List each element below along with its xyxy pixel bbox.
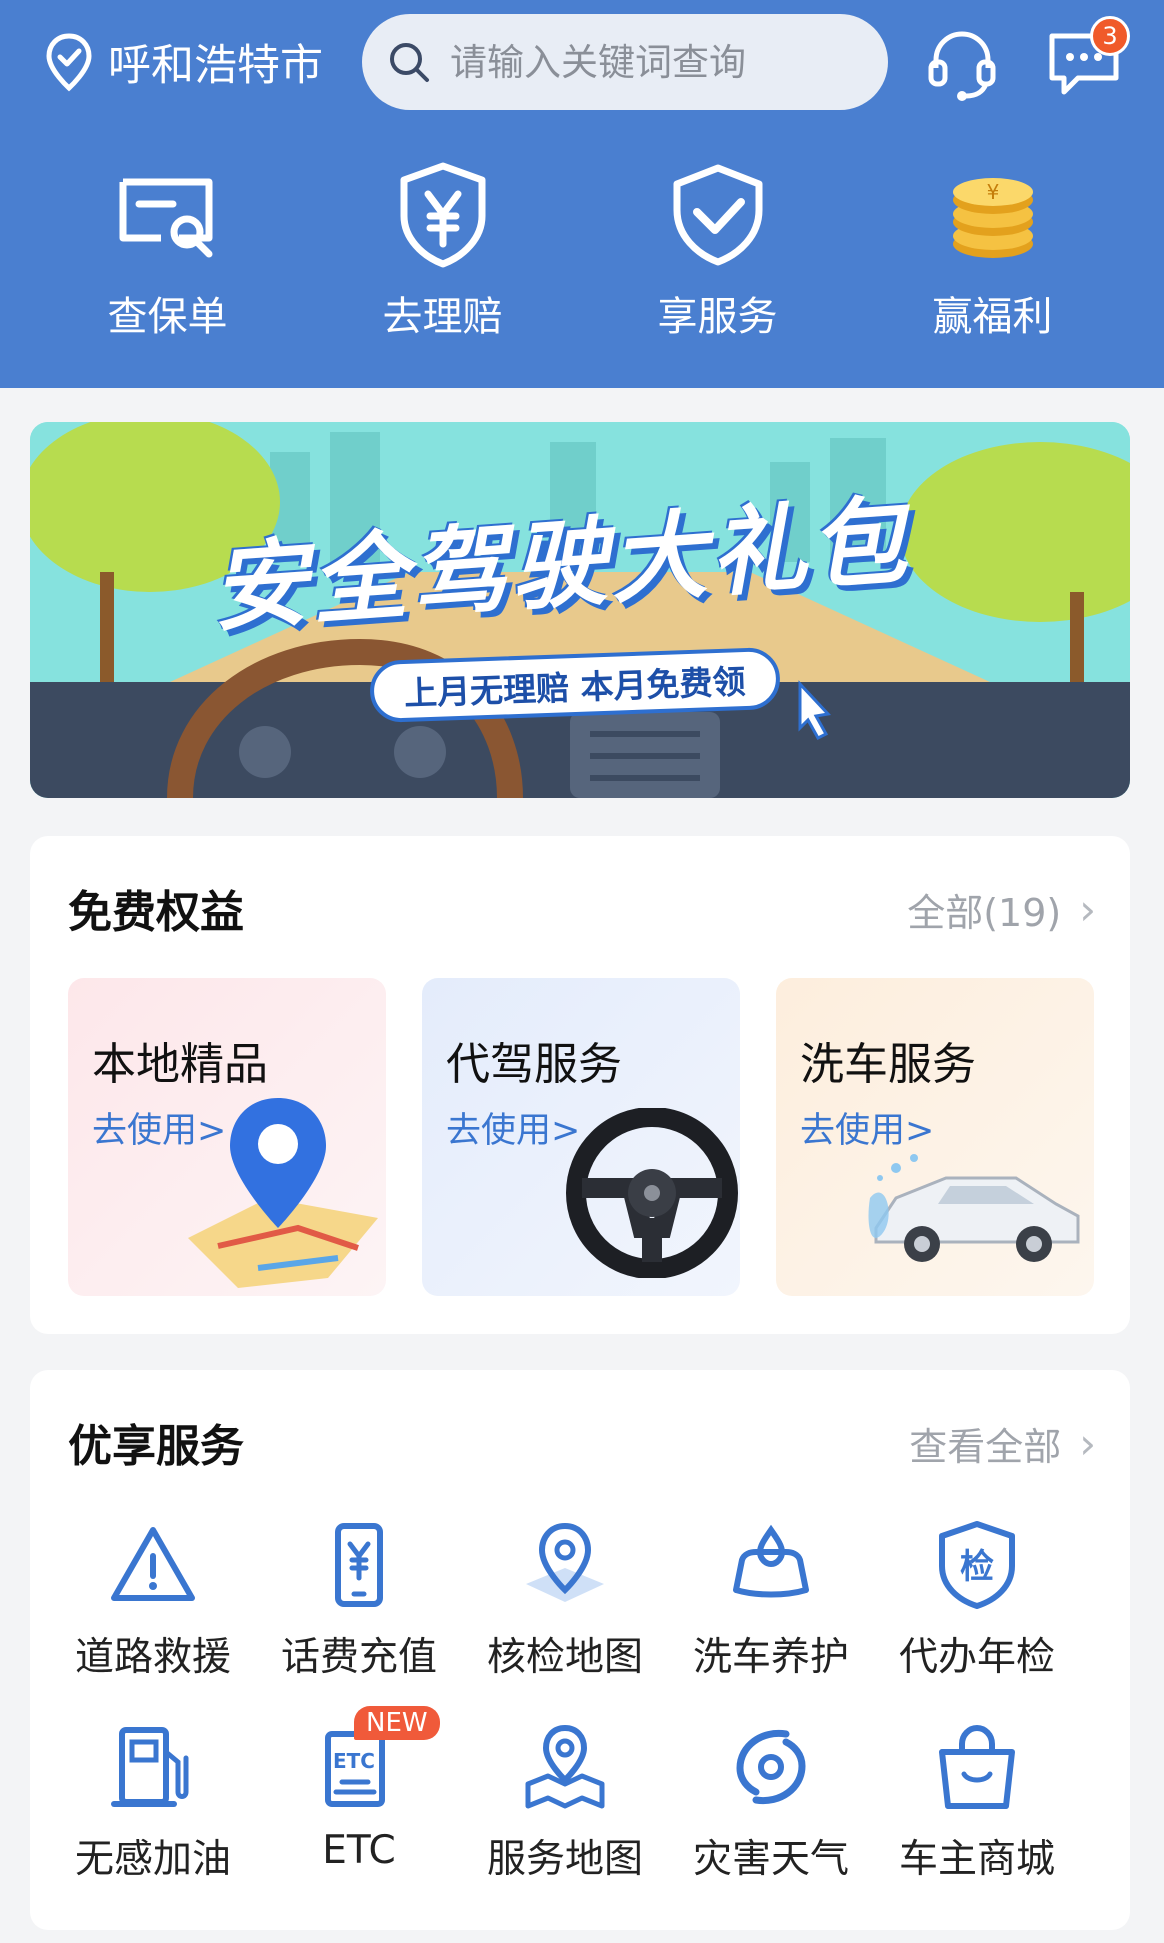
quick-item-label: 赢福利: [932, 294, 1053, 340]
service-service-map[interactable]: 服务地图: [462, 1722, 668, 1884]
inspection-badge-icon: 检: [939, 1521, 1015, 1609]
service-map-icon: [525, 1724, 605, 1809]
view-all-label: 全部(19): [907, 891, 1062, 935]
services-grid: 道路救援 话费充值 核检地图 洗车养护 检 代办年检 无感加油 ETC NEW …: [50, 1520, 1110, 1884]
fuel-pump-icon: [111, 1727, 189, 1807]
benefit-driver-service[interactable]: 代驾服务 去使用>: [422, 978, 740, 1296]
service-label: 代办年检: [898, 1635, 1055, 1680]
service-inspection-map[interactable]: 核检地图: [462, 1520, 668, 1682]
search-icon: [390, 43, 429, 82]
view-all-services-link[interactable]: 查看全部 ›: [909, 1416, 1096, 1471]
quick-item-claim[interactable]: 去理赔: [305, 160, 580, 370]
svg-text:ETC: ETC: [333, 1749, 375, 1773]
location-pin-icon: [46, 33, 92, 92]
header: 呼和浩特市 3: [0, 0, 1164, 388]
service-label: ETC: [322, 1828, 396, 1873]
benefit-title: 代驾服务: [446, 1039, 622, 1090]
service-phone-topup[interactable]: 话费充值: [256, 1520, 462, 1682]
benefit-title: 洗车服务: [800, 1039, 976, 1090]
messages-button[interactable]: 3: [1044, 16, 1130, 102]
service-label: 核检地图: [486, 1635, 643, 1680]
service-check-icon: [673, 164, 762, 266]
service-label: 服务地图: [486, 1837, 643, 1882]
car-care-icon: [733, 1524, 809, 1598]
benefit-title: 本地精品: [92, 1039, 268, 1090]
quick-item-label: 查保单: [107, 294, 228, 340]
service-road-rescue[interactable]: 道路救援: [50, 1520, 256, 1682]
quick-item-policy[interactable]: 查保单: [30, 160, 305, 370]
policy-search-icon: [119, 178, 212, 258]
svg-text:¥: ¥: [986, 180, 999, 204]
search-input[interactable]: [450, 40, 830, 84]
customer-service-button[interactable]: [922, 24, 1002, 104]
section-title: 免费权益: [68, 887, 244, 938]
svg-text:检: 检: [960, 1547, 994, 1587]
section-title: 优享服务: [68, 1421, 244, 1472]
service-label: 洗车养护: [692, 1635, 849, 1680]
car-wash-icon: [868, 1154, 1080, 1262]
quick-item-label: 去理赔: [382, 294, 503, 340]
service-label: 道路救援: [74, 1635, 231, 1680]
phone-yen-icon: [335, 1523, 383, 1607]
service-label: 话费充值: [280, 1635, 437, 1680]
view-all-label: 查看全部: [909, 1425, 1062, 1469]
benefit-action[interactable]: 去使用>: [446, 1102, 580, 1153]
service-disaster-weather[interactable]: 灾害天气: [668, 1722, 874, 1884]
service-label: 车主商城: [898, 1837, 1055, 1882]
claim-shield-icon: [400, 162, 485, 268]
service-etc[interactable]: ETC NEW ETC: [256, 1706, 462, 1884]
new-badge: NEW: [354, 1706, 440, 1740]
chevron-right-icon: ›: [1079, 1419, 1096, 1468]
steering-wheel-icon: [566, 1108, 738, 1278]
top-bar: 呼和浩特市 3: [0, 0, 1164, 125]
typhoon-icon: [736, 1729, 806, 1805]
service-annual-inspection[interactable]: 检 代办年检: [874, 1520, 1080, 1682]
shopping-bag-icon: [939, 1724, 1015, 1809]
quick-item-welfare[interactable]: ¥ 赢福利: [855, 160, 1130, 370]
quick-item-label: 享服务: [657, 294, 778, 340]
benefit-local-select[interactable]: 本地精品 去使用>: [68, 978, 386, 1296]
chevron-right-icon: ›: [1079, 885, 1096, 934]
city-name: 呼和浩特市: [108, 41, 323, 91]
promo-banner[interactable]: 安全驾驶大礼包 上月无理赔 本月免费领: [30, 422, 1130, 798]
benefits-list: 本地精品 去使用> 代驾服务 去使用> 洗车服务 去使用>: [68, 978, 1094, 1296]
quick-actions: 查保单 去理赔 享服务 ¥ 赢福利: [0, 160, 1164, 370]
benefit-car-wash[interactable]: 洗车服务 去使用>: [776, 978, 1094, 1296]
service-owner-mall[interactable]: 车主商城: [874, 1722, 1080, 1884]
premium-services-card: 优享服务 查看全部 › 道路救援 话费充值 核检地图 洗车养护 检 代办年检 无…: [30, 1370, 1130, 1930]
view-all-benefits-link[interactable]: 全部(19) ›: [907, 882, 1096, 937]
service-contactless-fuel[interactable]: 无感加油: [50, 1722, 256, 1884]
map-location-icon: [526, 1522, 604, 1602]
message-count-badge: 3: [1090, 16, 1130, 56]
map-pin-icon: [188, 1098, 378, 1288]
free-benefits-card: 免费权益 全部(19) › 本地精品 去使用> 代驾服务 去使用> 洗车服务 去…: [30, 836, 1130, 1334]
search-bar[interactable]: [362, 14, 888, 110]
warning-triangle-icon: [111, 1527, 195, 1601]
service-label: 灾害天气: [692, 1837, 849, 1882]
service-car-care[interactable]: 洗车养护: [668, 1520, 874, 1682]
coin-stack-icon: ¥: [952, 178, 1033, 258]
location-selector[interactable]: 呼和浩特市: [44, 30, 323, 94]
service-label: 无感加油: [74, 1837, 231, 1882]
quick-item-service[interactable]: 享服务: [580, 160, 855, 370]
headset-icon: [928, 31, 996, 101]
